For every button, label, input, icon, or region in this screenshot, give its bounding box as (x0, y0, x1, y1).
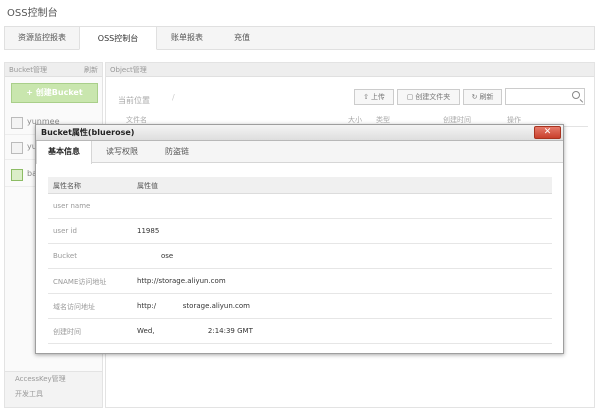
property-value: http:/ storage.aliyun.com (137, 302, 250, 310)
property-key: 域名访问地址 (53, 303, 95, 311)
tab-basic-info[interactable]: 基本信息 (36, 141, 92, 164)
properties-table: 属性名称 属性值 user name user id 11985 Bucket … (48, 177, 552, 344)
property-value: Wed, 2:14:39 GMT (137, 327, 253, 335)
table-row: user name (48, 194, 552, 219)
tab-hotlink-protection[interactable]: 防盗链 (152, 141, 202, 163)
property-value: 11985 (137, 227, 160, 235)
property-key: user id (53, 227, 77, 235)
header-property-name: 属性名称 (53, 182, 81, 190)
dialog-tab-bar: 基本信息 读写权限 防盗链 (36, 141, 563, 164)
property-key: CNAME访问地址 (53, 278, 107, 286)
bucket-properties-dialog: Bucket属性(bluerose) ✕ 基本信息 读写权限 防盗链 属性名称 … (35, 124, 564, 354)
property-value: ose (161, 252, 174, 260)
table-row: user id 11985 (48, 219, 552, 244)
properties-table-header: 属性名称 属性值 (48, 177, 552, 194)
table-row: CNAME访问地址 http://storage.aliyun.com (48, 269, 552, 294)
header-property-value: 属性值 (137, 182, 158, 190)
dialog-titlebar: Bucket属性(bluerose) ✕ (36, 125, 563, 141)
property-value: http://storage.aliyun.com (137, 277, 226, 285)
property-key: 创建时间 (53, 328, 81, 336)
table-row: 域名访问地址 http:/ storage.aliyun.com (48, 294, 552, 319)
tab-rw-permission[interactable]: 读写权限 (94, 141, 150, 163)
property-key: Bucket (53, 252, 77, 260)
close-icon[interactable]: ✕ (534, 126, 561, 139)
property-key: user name (53, 202, 91, 210)
table-row: 创建时间 Wed, 2:14:39 GMT (48, 319, 552, 344)
dialog-title: Bucket属性(bluerose) (41, 128, 135, 137)
table-row: Bucket ose (48, 244, 552, 269)
